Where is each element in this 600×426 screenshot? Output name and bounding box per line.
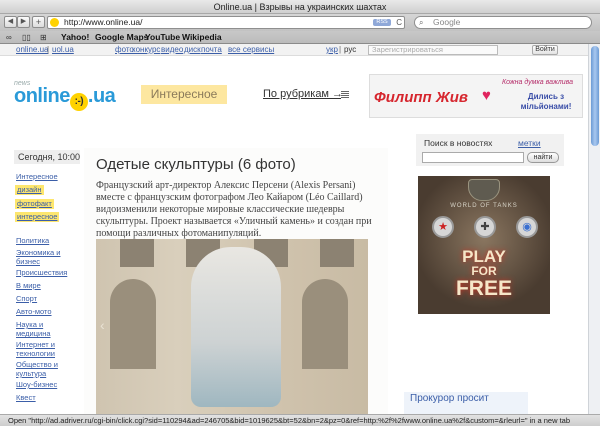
page-scrollbar[interactable]	[588, 44, 600, 414]
heart-icon: ♥	[482, 87, 491, 104]
register-field[interactable]: Зарегистрироваться	[368, 45, 498, 55]
ad-play-text: PLAY FOR FREE	[438, 248, 530, 300]
sidebar-item-society[interactable]: Общество и культура	[16, 360, 68, 378]
sidebar-item-showbiz[interactable]: Шоу-бизнес	[16, 380, 57, 389]
article-headline: Одетые скульптуры (6 фото)	[96, 156, 296, 173]
lang-separator: |	[339, 45, 342, 54]
topnav-contest[interactable]: конкурс	[132, 44, 160, 55]
address-bar[interactable]: http://www.online.ua/ RSS C	[47, 16, 405, 29]
sidebar-item-sport[interactable]: Спорт	[16, 294, 37, 303]
window-title: Online.ua | Взрывы на украинских шахтах	[0, 0, 600, 14]
tab-tags[interactable]: метки	[518, 138, 541, 148]
forward-button[interactable]: ▶	[17, 16, 30, 28]
shield-icon	[468, 179, 500, 201]
topnav-disk[interactable]: диск	[184, 44, 201, 55]
section-label: Интересное	[141, 85, 227, 104]
right-news-item[interactable]: Прокурор просит	[404, 392, 528, 414]
world-of-tanks-ad[interactable]: WORLD OF TANKS ★ ✚ ◉ PLAY FOR FREE	[418, 176, 550, 314]
topnav-all-services[interactable]: все сервисы	[228, 44, 274, 55]
sidebar-item-science[interactable]: Наука и медицина	[16, 320, 68, 338]
web-page: online.ua | uol.ua фото конкурс видео ди…	[0, 44, 600, 414]
sidebar-item-internet[interactable]: Интернет и технологии	[16, 340, 76, 358]
topnav-uol-ua[interactable]: uol.ua	[52, 44, 74, 55]
ad-play: PLAY	[462, 247, 506, 266]
photo-arch	[302, 279, 348, 369]
bookmark-youtube[interactable]: YouTube	[145, 31, 180, 43]
photo-window	[320, 239, 354, 267]
reading-list-icon[interactable]: ∞	[6, 32, 12, 43]
login-button[interactable]: Войти	[532, 45, 558, 55]
reload-icon[interactable]: C	[396, 17, 402, 28]
status-bar: Open "http://ad.adriver.ru/cgi-bin/click…	[0, 414, 600, 426]
lang-ukr[interactable]: укр	[326, 44, 338, 55]
bookmarks-bar: ∞ ▯▯ ⊞ Yahoo! Google Maps YouTube Wikipe…	[0, 31, 600, 44]
favicon-icon	[50, 18, 59, 27]
top-banner-ad[interactable]: Филипп Жив ♥ Кожна думка важлива Дились …	[369, 74, 583, 118]
sidebar-item-incidents[interactable]: Происшествия	[16, 268, 67, 277]
article-lead: Французский арт-директор Алексис Персени…	[96, 180, 372, 239]
google-search-placeholder: Google	[433, 17, 461, 27]
site-logo[interactable]: online:-) .ua	[14, 85, 116, 111]
sidebar-item-world[interactable]: В мире	[16, 281, 41, 290]
article-photo[interactable]: ‹	[96, 239, 368, 414]
topnav-mail[interactable]: почта	[201, 44, 222, 55]
address-url: http://www.online.ua/	[64, 17, 143, 27]
banner-title: Филипп Жив	[374, 89, 468, 106]
prev-photo-icon[interactable]: ‹	[100, 317, 105, 333]
ad-brand: WORLD OF TANKS	[450, 203, 518, 209]
bookmark-yahoo[interactable]: Yahoo!	[61, 31, 89, 43]
topnav-video[interactable]: видео	[161, 44, 183, 55]
topnav-online-ua[interactable]: online.ua	[16, 44, 48, 55]
sidebar-item-auto[interactable]: Авто-мото	[16, 307, 52, 316]
tab-news-search[interactable]: Поиск в новостях	[424, 138, 492, 148]
browser-toolbar: ◀ ▶ + http://www.online.ua/ RSS C ⌕ Goog…	[0, 14, 600, 31]
tank-medal-icon: ✚	[474, 216, 496, 238]
banner-tagline: Кожна думка важлива	[502, 79, 574, 86]
smiley-logo-icon: :-)	[69, 93, 88, 111]
tag-photofact[interactable]: фотофакт	[15, 199, 54, 209]
tag-interesting[interactable]: интересное	[15, 212, 60, 222]
site-top-nav: online.ua | uol.ua фото конкурс видео ди…	[0, 44, 588, 56]
sidebar-section-link[interactable]: Интересное	[16, 172, 58, 181]
book-icon[interactable]: ▯▯	[22, 32, 31, 43]
rss-icon[interactable]: RSS	[373, 19, 391, 26]
scrollbar-thumb[interactable]	[591, 46, 599, 146]
bookmark-google-maps[interactable]: Google Maps	[95, 31, 148, 43]
banner-cta: Дились з мільйонами!	[520, 92, 572, 111]
dressed-statue	[191, 247, 281, 407]
google-search-field[interactable]: ⌕ Google	[414, 16, 592, 29]
photo-window	[120, 239, 154, 267]
roundel-medal-icon: ◉	[516, 216, 538, 238]
back-button[interactable]: ◀	[4, 16, 17, 28]
add-bookmark-button[interactable]: +	[32, 16, 45, 28]
search-icon: ⌕	[419, 18, 424, 27]
logo-ua: .ua	[87, 85, 116, 107]
news-search-box: Поиск в новостях метки найти	[416, 134, 564, 166]
current-date: Сегодня, 10:00	[14, 150, 80, 164]
topnav-separator: |	[47, 45, 50, 54]
sidebar-item-politics[interactable]: Политика	[16, 236, 49, 245]
ad-free: FREE	[455, 277, 512, 300]
rubrics-grid-icon[interactable]	[341, 91, 349, 99]
sidebar-item-quest[interactable]: Квест	[16, 393, 36, 402]
lang-rus[interactable]: рус	[344, 44, 356, 55]
bookmark-wikipedia[interactable]: Wikipedia	[182, 31, 222, 43]
find-button[interactable]: найти	[527, 152, 559, 163]
news-search-input[interactable]	[422, 152, 524, 163]
photo-arch	[110, 279, 156, 369]
grid-icon[interactable]: ⊞	[40, 32, 47, 43]
star-medal-icon: ★	[432, 216, 454, 238]
article: Одетые скульптуры (6 фото) Французский а…	[84, 148, 388, 414]
rubrics-link[interactable]: По рубрикам →	[263, 88, 343, 100]
right-news-title: Прокурор просит	[410, 393, 489, 404]
logo-online: online	[14, 85, 70, 107]
tag-design[interactable]: дизайн	[15, 185, 44, 195]
sidebar-item-economy[interactable]: Экономика и бизнес	[16, 248, 72, 266]
